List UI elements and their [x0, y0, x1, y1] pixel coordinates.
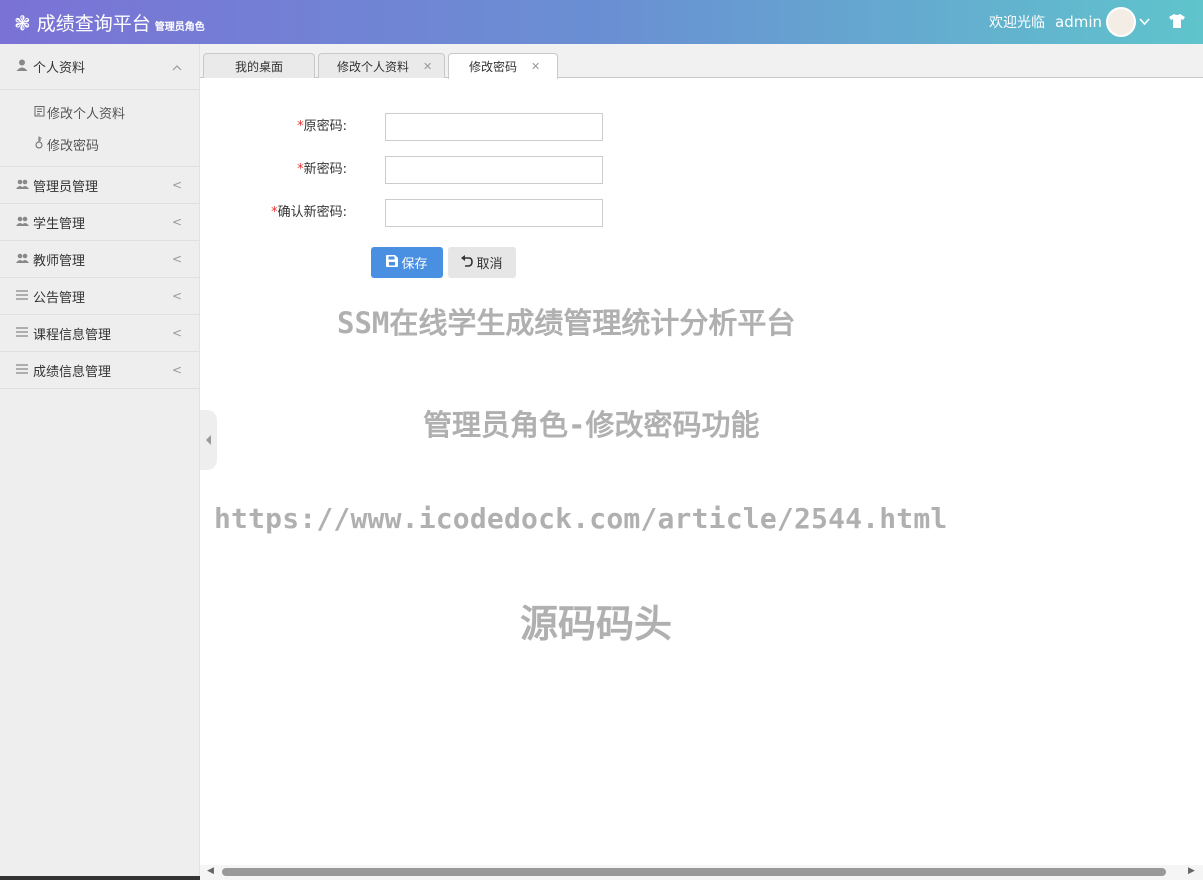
save-button[interactable]: 保存 [371, 247, 443, 278]
sidebar-group-teacher[interactable]: 教师管理 < [0, 241, 199, 278]
avatar[interactable] [1106, 7, 1136, 37]
user-area: 欢迎光临 admin [989, 0, 1203, 44]
watermark-subtitle: 管理员角色-修改密码功能 [423, 408, 760, 442]
sidebar-group-profile[interactable]: 个人资料 [0, 44, 199, 90]
sidebar-group-score[interactable]: 成绩信息管理 < [0, 352, 199, 389]
tab-label: 修改密码 [469, 60, 518, 74]
sidebar-group-label: 教师管理 [33, 253, 86, 269]
welcome-text: 欢迎光临 [989, 15, 1045, 31]
sidebar-group-label: 管理员管理 [33, 179, 99, 195]
tab-desktop[interactable]: 我的桌面 [203, 53, 315, 78]
users-icon [15, 216, 29, 229]
sidebar-collapse-toggle[interactable] [200, 410, 217, 470]
sidebar-group-course[interactable]: 课程信息管理 < [0, 315, 199, 352]
field-label: *确认新密码: [217, 199, 347, 227]
save-icon [386, 255, 399, 270]
form-row-old-password: *原密码: [217, 113, 347, 141]
sidebar-group-label: 课程信息管理 [33, 327, 112, 343]
sidebar-group-label: 学生管理 [33, 216, 86, 232]
list-icon [15, 326, 29, 340]
key-icon [34, 136, 46, 152]
user-icon [15, 59, 29, 74]
close-icon[interactable]: ✕ [531, 60, 540, 73]
scrollbar-thumb[interactable] [222, 868, 1166, 876]
tab-edit-profile[interactable]: 修改个人资料 ✕ [318, 53, 445, 78]
tab-label: 我的桌面 [234, 59, 283, 74]
field-label-text: 原密码: [303, 119, 347, 134]
old-password-input[interactable] [385, 113, 603, 141]
chevron-down-icon[interactable] [1139, 16, 1153, 29]
role-subtitle: 管理员角色 [154, 22, 205, 33]
chevron-up-icon [172, 60, 182, 74]
chevron-left-icon: < [171, 215, 182, 229]
scroll-right-icon[interactable]: ▶ [1188, 866, 1195, 876]
username[interactable]: admin [1055, 13, 1102, 31]
save-label: 保存 [401, 257, 428, 272]
sidebar-group-student[interactable]: 学生管理 < [0, 204, 199, 241]
sidebar-item-edit-profile[interactable]: 修改个人资料 [34, 96, 199, 128]
chevron-left-icon [205, 435, 211, 445]
field-label-text: 新密码: [303, 162, 347, 177]
taskbar-edge [0, 876, 200, 880]
tab-bar: 我的桌面 修改个人资料 ✕ 修改密码 ✕ [200, 44, 1203, 79]
watermark-url: https://www.icodedock.com/article/2544.h… [214, 502, 948, 535]
logo[interactable]: ❃ 成绩查询平台 管理员角色 [14, 9, 205, 36]
top-header: ❃ 成绩查询平台 管理员角色 欢迎光临 admin [0, 0, 1203, 44]
watermark-title: SSM在线学生成绩管理统计分析平台 [337, 306, 796, 340]
list-icon [15, 289, 29, 303]
sidebar-group-label: 公告管理 [33, 290, 86, 306]
tab-change-password[interactable]: 修改密码 ✕ [448, 53, 558, 79]
app-title: 成绩查询平台 [36, 13, 151, 35]
watermark-brand: 源码码头 [520, 602, 673, 646]
form-row-confirm-password: *确认新密码: [217, 199, 347, 227]
chevron-left-icon: < [171, 326, 182, 340]
confirm-password-input[interactable] [385, 199, 603, 227]
field-label-text: 确认新密码: [277, 205, 347, 220]
chevron-left-icon: < [171, 178, 182, 192]
sidebar-item-change-password[interactable]: 修改密码 [34, 128, 199, 160]
new-password-input[interactable] [385, 156, 603, 184]
sidebar-group-label: 个人资料 [33, 61, 86, 76]
cancel-label: 取消 [476, 257, 503, 272]
horizontal-scrollbar[interactable]: ◀ ▶ [200, 865, 1203, 880]
form-row-new-password: *新密码: [217, 156, 347, 184]
chevron-left-icon: < [171, 252, 182, 266]
sidebar-group-label: 成绩信息管理 [33, 364, 112, 380]
users-icon [15, 179, 29, 192]
flower-logo-icon: ❃ [14, 11, 31, 35]
cancel-button[interactable]: 取消 [448, 247, 516, 278]
edit-icon [34, 105, 46, 120]
users-icon [15, 253, 29, 266]
chevron-left-icon: < [171, 289, 182, 303]
sidebar-submenu-profile: 修改个人资料 修改密码 [0, 90, 199, 167]
undo-icon [461, 255, 474, 270]
scroll-left-icon[interactable]: ◀ [207, 866, 214, 876]
close-icon[interactable]: ✕ [423, 60, 432, 73]
chevron-left-icon: < [171, 363, 182, 377]
sidebar-item-label: 修改密码 [47, 138, 100, 154]
sidebar-group-admin[interactable]: 管理员管理 < [0, 167, 199, 204]
tab-label: 修改个人资料 [337, 59, 410, 74]
sidebar-group-notice[interactable]: 公告管理 < [0, 278, 199, 315]
sidebar: 个人资料 修改个人资料 修改密码 管理员管理 < 学生管理 < 教师管理 < 公… [0, 44, 200, 880]
list-icon [15, 363, 29, 377]
field-label: *原密码: [217, 113, 347, 141]
shirt-icon[interactable] [1169, 13, 1185, 32]
field-label: *新密码: [217, 156, 347, 184]
sidebar-item-label: 修改个人资料 [47, 106, 126, 122]
